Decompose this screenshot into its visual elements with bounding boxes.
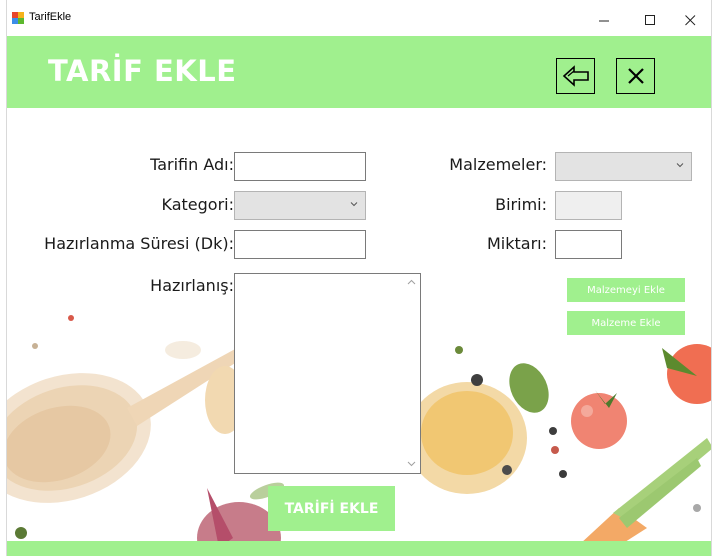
scroll-down-icon — [407, 461, 416, 467]
minimize-button[interactable] — [581, 6, 627, 34]
window-close-button[interactable] — [667, 6, 711, 34]
recipe-name-label: Tarifin Adı: — [150, 155, 234, 174]
back-arrow-icon — [562, 65, 589, 87]
close-form-button[interactable] — [616, 58, 655, 94]
close-icon — [627, 68, 644, 84]
add-ingredient-to-recipe-button[interactable]: Malzemeyi Ekle — [567, 278, 685, 302]
unit-label: Birimi: — [495, 195, 547, 214]
unit-field — [555, 191, 622, 220]
app-icon — [12, 12, 24, 24]
chevron-down-icon — [350, 202, 358, 207]
scroll-up-icon — [407, 279, 416, 285]
minimize-icon — [598, 20, 609, 21]
prep-time-label: Hazırlanma Süresi (Dk): — [44, 234, 234, 253]
form-area: Tarifin Adı: Kategori: Hazırlanma Süresi… — [7, 108, 711, 556]
add-recipe-button[interactable]: TARİFİ EKLE — [268, 486, 395, 531]
app-window: TarifEkle TARİF EKLE Tarifin Adı: Katego… — [6, 0, 712, 556]
chevron-down-icon — [676, 163, 684, 168]
back-button[interactable] — [556, 58, 595, 94]
preparation-textarea[interactable] — [234, 273, 421, 474]
add-ingredient-button[interactable]: Malzeme Ekle — [567, 311, 685, 335]
amount-label: Miktarı: — [486, 234, 547, 253]
category-select[interactable] — [234, 191, 366, 220]
page-footer — [7, 541, 711, 556]
ingredients-label: Malzemeler: — [449, 155, 547, 174]
maximize-icon — [644, 14, 655, 25]
window-close-icon — [684, 14, 695, 25]
window-titlebar: TarifEkle — [7, 0, 711, 36]
page-header: TARİF EKLE — [7, 36, 711, 108]
window-title: TarifEkle — [29, 11, 72, 23]
recipe-name-input[interactable] — [234, 152, 366, 181]
preparation-label: Hazırlanış: — [150, 276, 234, 295]
category-label: Kategori: — [161, 195, 235, 214]
prep-time-input[interactable] — [234, 230, 366, 259]
page-title: TARİF EKLE — [48, 54, 237, 88]
textarea-scrollbar[interactable] — [403, 274, 420, 473]
ingredients-select[interactable] — [555, 152, 692, 181]
amount-input[interactable] — [555, 230, 622, 259]
